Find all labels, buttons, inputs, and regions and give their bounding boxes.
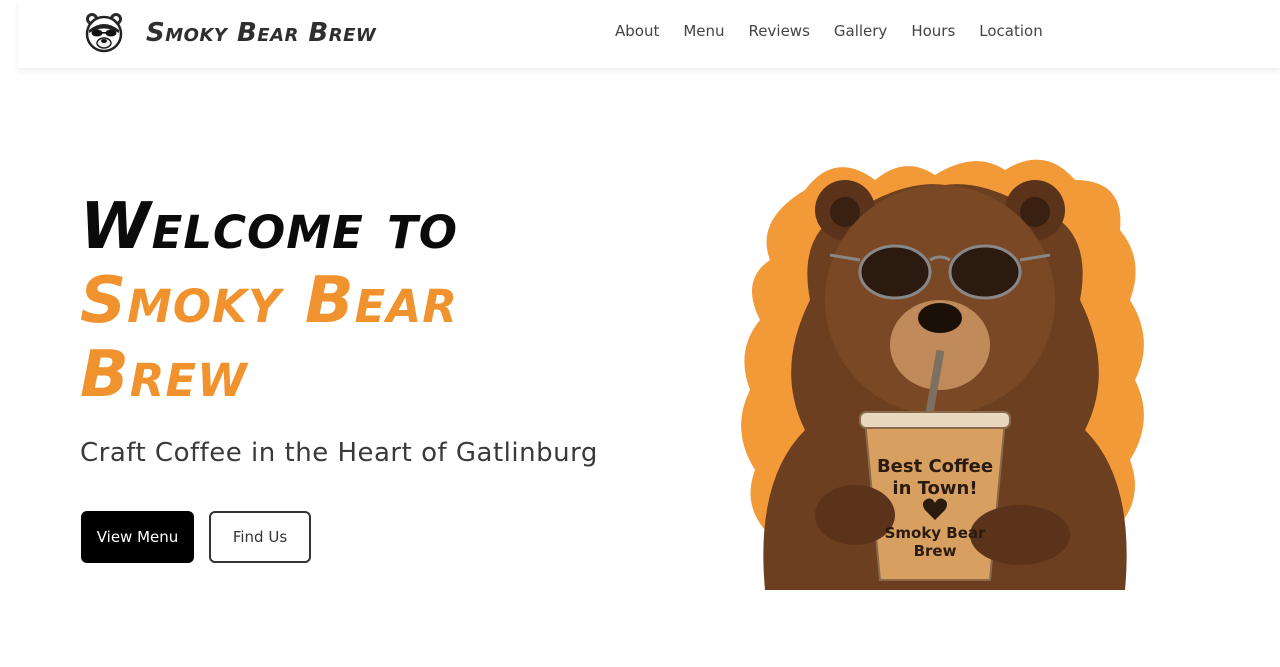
hero-title-line2: Smoky Bear Brew	[80, 264, 458, 412]
nav-item-hours[interactable]: Hours	[911, 22, 955, 40]
cup-text-line3: Smoky Bear	[885, 524, 986, 542]
cup-text-line4: Brew	[914, 542, 957, 560]
cup-text-line1: Best Coffee	[877, 456, 993, 477]
view-menu-button[interactable]: View Menu	[81, 511, 194, 563]
bear-logo-icon[interactable]	[84, 10, 124, 54]
hero-title-line1: Welcome to	[80, 190, 459, 264]
nav-item-location[interactable]: Location	[979, 22, 1042, 40]
nav-item-reviews[interactable]: Reviews	[749, 22, 810, 40]
bear-coffee-illustration: Best Coffee in Town! Smoky Bear Brew	[741, 159, 1144, 590]
nav-item-menu[interactable]: Menu	[683, 22, 724, 40]
main-nav: About Menu Reviews Gallery Hours Locatio…	[615, 22, 1043, 40]
site-header: Smoky Bear Brew About Menu Reviews Galle…	[18, 0, 1280, 68]
nav-item-about[interactable]: About	[615, 22, 659, 40]
hero-subtitle: Craft Coffee in the Heart of Gatlinburg	[80, 438, 598, 468]
find-us-button[interactable]: Find Us	[209, 511, 311, 563]
brand-name[interactable]: Smoky Bear Brew	[146, 18, 376, 48]
hero-title: Welcome to Smoky Bear Brew	[80, 190, 500, 412]
cup-text-line2: in Town!	[892, 478, 977, 499]
nav-item-gallery[interactable]: Gallery	[834, 22, 887, 40]
